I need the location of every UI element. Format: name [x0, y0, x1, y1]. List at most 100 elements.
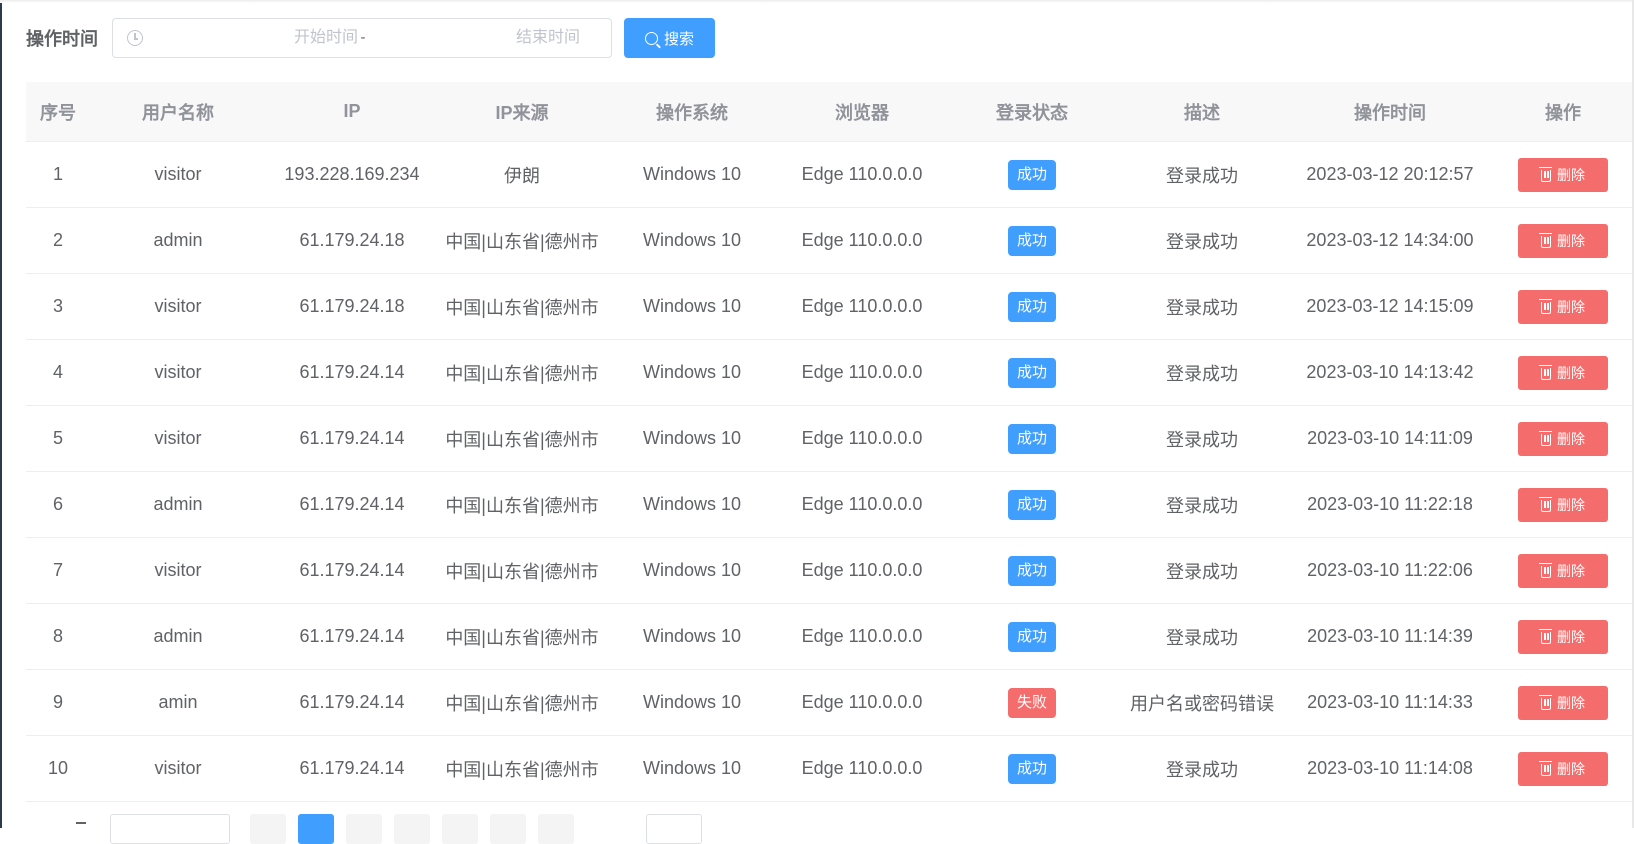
cell-user: visitor: [154, 428, 202, 448]
cell-time: 2023-03-10 11:22:06: [1307, 560, 1473, 580]
cell-browser: Edge 110.0.0.0: [801, 164, 923, 184]
date-range-picker[interactable]: -: [112, 18, 633, 58]
cell-ip-source: 中国|山东省|德州市: [445, 231, 599, 252]
cell-time: 2023-03-12 14:34:00: [1306, 230, 1474, 250]
search-icon: [644, 31, 658, 45]
delete-button-label: 删除: [1557, 628, 1585, 645]
cell-browser: Edge 110.0.0.0: [801, 230, 923, 250]
table-row: 1 visitor 193.228.169.234 伊朗 Windows 10 Edge …: [26, 142, 1632, 208]
cell-status: 成功: [946, 225, 1118, 256]
page-button-active[interactable]: [298, 814, 334, 844]
cell-index: 5: [52, 428, 63, 448]
cell-description: 登录成功: [1166, 363, 1238, 384]
search-button[interactable]: 搜索: [624, 18, 715, 58]
delete-button-label: 删除: [1557, 232, 1585, 249]
cell-index: 8: [52, 626, 63, 646]
cell-ip-source: 中国|山东省|德州市: [445, 759, 599, 780]
cell-ip-source: 中国|山东省|德州市: [445, 495, 599, 516]
status-badge: 成功: [1007, 357, 1056, 388]
column-header-ip: IP: [343, 101, 361, 121]
column-header-os: 操作系统: [656, 102, 728, 123]
cell-os: Windows 10: [642, 296, 742, 316]
cell-index: 10: [47, 758, 69, 778]
table-row: 6 admin 61.179.24.14 中国|山东省|德州市 Windows 10 Ed…: [26, 472, 1632, 538]
status-badge: 失败: [1007, 687, 1056, 718]
cell-os: Windows 10: [642, 164, 742, 184]
delete-button[interactable]: 删除: [1518, 487, 1608, 522]
delete-button[interactable]: 删除: [1518, 421, 1608, 456]
trash-icon: [1539, 628, 1552, 644]
start-time-input[interactable]: [241, 19, 411, 57]
page-button[interactable]: [394, 814, 430, 844]
column-header-actions: 操作: [1545, 102, 1581, 123]
cell-ip: 193.228.169.234: [284, 164, 420, 184]
cell-status: 成功: [946, 555, 1118, 586]
status-badge: 成功: [1007, 621, 1056, 652]
cell-time: 2023-03-10 11:14:08: [1307, 758, 1473, 778]
column-header-time: 操作时间: [1354, 102, 1426, 123]
cell-index: 2: [52, 230, 63, 250]
cell-time: 2023-03-10 11:14:33: [1307, 692, 1473, 712]
delete-button[interactable]: 删除: [1518, 553, 1608, 588]
delete-button-label: 删除: [1557, 166, 1585, 183]
delete-button[interactable]: 删除: [1518, 685, 1608, 720]
table-row: 8 admin 61.179.24.14 中国|山东省|德州市 Windows 10 Ed…: [26, 604, 1632, 670]
cell-ip-source: 中国|山东省|德州市: [445, 363, 599, 384]
cell-browser: Edge 110.0.0.0: [801, 626, 923, 646]
cell-os: Windows 10: [642, 494, 742, 514]
page-button[interactable]: [346, 814, 382, 844]
clock-icon: [127, 30, 143, 46]
delete-button[interactable]: 删除: [1518, 157, 1608, 192]
cell-os: Windows 10: [642, 428, 742, 448]
cell-actions: 删除: [1494, 619, 1632, 654]
cell-user: visitor: [154, 560, 202, 580]
cell-browser: Edge 110.0.0.0: [801, 428, 923, 448]
cell-user: admin: [153, 230, 203, 250]
cell-ip: 61.179.24.14: [299, 362, 405, 382]
cell-ip: 61.179.24.14: [299, 758, 405, 778]
next-page-button[interactable]: [538, 814, 574, 844]
cell-ip: 61.179.24.14: [299, 494, 405, 514]
search-button-label: 搜索: [663, 30, 694, 48]
page-button[interactable]: [442, 814, 478, 844]
cell-description: 登录成功: [1166, 297, 1238, 318]
prev-page-button[interactable]: [250, 814, 286, 844]
pagination-total: [76, 822, 86, 824]
cell-browser: Edge 110.0.0.0: [801, 560, 923, 580]
cell-time: 2023-03-12 20:12:57: [1306, 164, 1474, 184]
cell-time: 2023-03-12 14:15:09: [1306, 296, 1474, 316]
delete-button[interactable]: 删除: [1518, 355, 1608, 390]
delete-button[interactable]: 删除: [1518, 223, 1608, 258]
column-header-ip-source: IP来源: [495, 102, 549, 123]
column-header-index: 序号: [40, 102, 76, 123]
cell-index: 6: [52, 494, 63, 514]
cell-index: 1: [52, 164, 63, 184]
cell-user: admin: [153, 626, 203, 646]
cell-actions: 删除: [1494, 685, 1632, 720]
trash-icon: [1539, 298, 1552, 314]
filter-bar: 操作时间 - 搜索: [26, 18, 715, 58]
cell-status: 成功: [946, 423, 1118, 454]
table-body: 1 visitor 193.228.169.234 伊朗 Windows 10 Edge …: [26, 142, 1632, 802]
delete-button[interactable]: 删除: [1518, 289, 1608, 324]
cell-time: 2023-03-10 11:14:39: [1307, 626, 1473, 646]
delete-button[interactable]: 删除: [1518, 619, 1608, 654]
page-size-select[interactable]: [110, 814, 230, 844]
table-row: 10 visitor 61.179.24.14 中国|山东省|德州市 Windows 1…: [26, 736, 1632, 802]
status-badge: 成功: [1007, 159, 1056, 190]
cell-description: 登录成功: [1166, 627, 1238, 648]
cell-os: Windows 10: [642, 560, 742, 580]
cell-os: Windows 10: [642, 230, 742, 250]
page-button[interactable]: [490, 814, 526, 844]
column-header-status: 登录状态: [996, 102, 1068, 123]
cell-user: visitor: [154, 362, 202, 382]
end-time-input[interactable]: [463, 19, 633, 57]
page-jumper-input[interactable]: [646, 814, 702, 844]
table-row: 3 visitor 61.179.24.18 中国|山东省|德州市 Windows 10…: [26, 274, 1632, 340]
delete-button-label: 删除: [1557, 562, 1585, 579]
header-shadow: [0, 0, 1634, 3]
cell-ip-source: 中国|山东省|德州市: [445, 627, 599, 648]
delete-button-label: 删除: [1557, 364, 1585, 381]
delete-button[interactable]: 删除: [1518, 751, 1608, 786]
cell-actions: 删除: [1494, 751, 1632, 786]
